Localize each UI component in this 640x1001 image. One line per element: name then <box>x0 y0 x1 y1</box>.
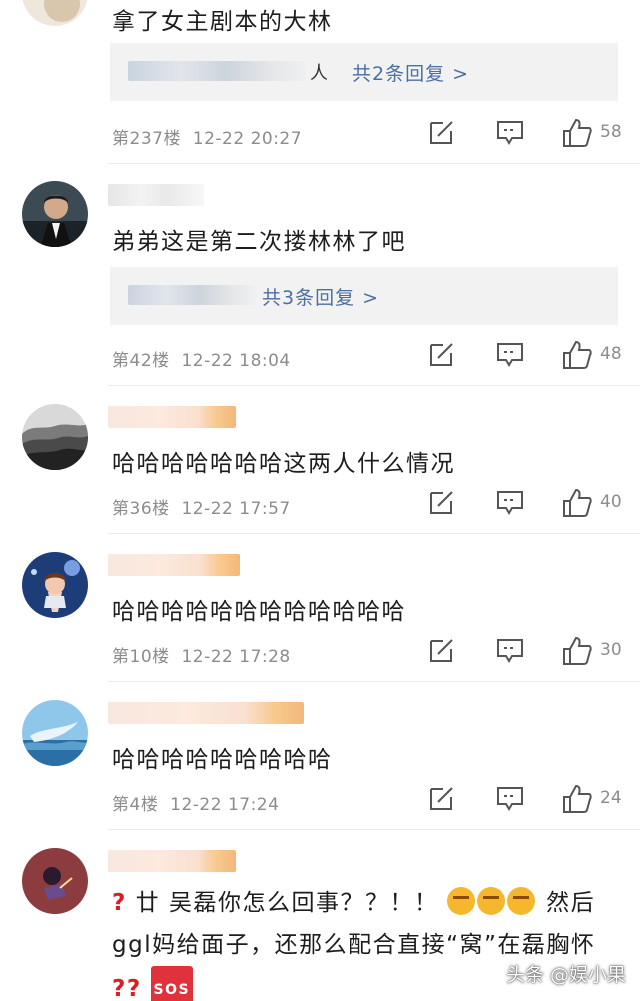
blurred-username[interactable] <box>108 184 204 206</box>
like-count: 24 <box>600 788 622 808</box>
divider <box>108 533 640 534</box>
thumb-up-icon[interactable] <box>562 340 592 370</box>
sos-icon: SOS <box>150 966 194 1001</box>
blurred-username[interactable] <box>108 702 304 724</box>
view-replies-link[interactable]: 共2条回复 > <box>352 59 469 86</box>
red-question-icon: ? <box>126 976 142 1001</box>
blurred-reply-text <box>128 285 256 305</box>
floor-number: 第42楼 <box>112 351 170 371</box>
avatar[interactable] <box>22 181 88 247</box>
divider <box>108 829 640 830</box>
avatar[interactable] <box>22 700 88 766</box>
divider <box>108 681 640 682</box>
comment-text-part-a: 廿 吴磊你怎么回事？？！！ <box>135 890 439 916</box>
timestamp: 12-22 17:57 <box>181 499 291 519</box>
floor-number: 第10楼 <box>112 647 170 667</box>
comment-meta: 第10楼 12-22 17:28 <box>112 642 291 667</box>
comment-actions: 40 <box>428 488 628 518</box>
like-count: 48 <box>600 344 622 364</box>
timestamp: 12-22 20:27 <box>192 129 303 149</box>
angry-face-icon <box>477 887 506 915</box>
comment-meta: 第36楼 12-22 17:57 <box>112 494 291 519</box>
avatar[interactable] <box>22 0 88 26</box>
comment-icon[interactable] <box>496 784 524 814</box>
thumb-up-icon[interactable] <box>562 636 592 666</box>
like-count: 58 <box>600 122 622 142</box>
timestamp: 12-22 17:24 <box>170 795 280 815</box>
comment-icon[interactable] <box>496 636 524 666</box>
comment-icon[interactable] <box>496 488 524 518</box>
like-count: 30 <box>600 640 622 660</box>
avatar[interactable] <box>22 404 88 470</box>
edit-icon[interactable] <box>428 118 456 148</box>
comment-actions: 24 <box>428 784 628 814</box>
watermark: 头条 @娱小果 <box>505 964 626 986</box>
comment-icon[interactable] <box>496 340 524 370</box>
comment-actions: 30 <box>428 636 628 666</box>
reply-preview[interactable]: 共3条回复 > <box>110 267 618 325</box>
blurred-username[interactable] <box>108 406 236 428</box>
floor-number: 第237楼 <box>112 129 181 149</box>
comment-text: 拿了女主剧本的大林 <box>112 9 333 35</box>
divider <box>108 385 640 386</box>
comment-actions: 58 <box>428 118 628 148</box>
edit-icon[interactable] <box>428 784 456 814</box>
comment-meta: 第237楼 12-22 20:27 <box>112 124 302 149</box>
blurred-reply-text <box>128 61 306 81</box>
comment-actions: 48 <box>428 340 628 370</box>
red-question-icon: ? <box>112 976 127 1001</box>
red-question-icon: ? <box>112 890 127 916</box>
angry-face-icon <box>507 887 536 915</box>
comment-text: 弟弟这是第二次搂林林了吧 <box>112 229 406 255</box>
avatar[interactable] <box>22 552 88 618</box>
floor-number: 第36楼 <box>112 499 170 519</box>
edit-icon[interactable] <box>428 488 456 518</box>
timestamp: 12-22 18:04 <box>181 351 291 371</box>
like-count: 40 <box>600 492 622 512</box>
comment-text: 哈哈哈哈哈哈哈哈哈哈哈哈 <box>112 599 406 625</box>
comment-text: 哈哈哈哈哈哈哈这两人什么情况 <box>112 451 455 477</box>
reply-suffix: 人 <box>310 63 328 84</box>
timestamp: 12-22 17:28 <box>181 647 291 667</box>
blurred-username[interactable] <box>108 554 240 576</box>
blurred-username[interactable] <box>108 850 236 872</box>
comment-icon[interactable] <box>496 118 524 148</box>
divider <box>108 163 640 164</box>
edit-icon[interactable] <box>428 636 456 666</box>
avatar[interactable] <box>22 848 88 914</box>
thumb-up-icon[interactable] <box>562 118 592 148</box>
thumb-up-icon[interactable] <box>562 784 592 814</box>
edit-icon[interactable] <box>428 340 456 370</box>
floor-number: 第4楼 <box>112 795 159 815</box>
comment-meta: 第42楼 12-22 18:04 <box>112 346 291 371</box>
thumb-up-icon[interactable] <box>562 488 592 518</box>
angry-face-icon <box>447 887 476 915</box>
comment-text: 哈哈哈哈哈哈哈哈哈 <box>112 747 333 773</box>
comment-meta: 第4楼 12-22 17:24 <box>112 790 279 815</box>
reply-preview[interactable]: 人 共2条回复 > <box>110 43 618 101</box>
view-replies-link[interactable]: 共3条回复 > <box>262 283 379 310</box>
